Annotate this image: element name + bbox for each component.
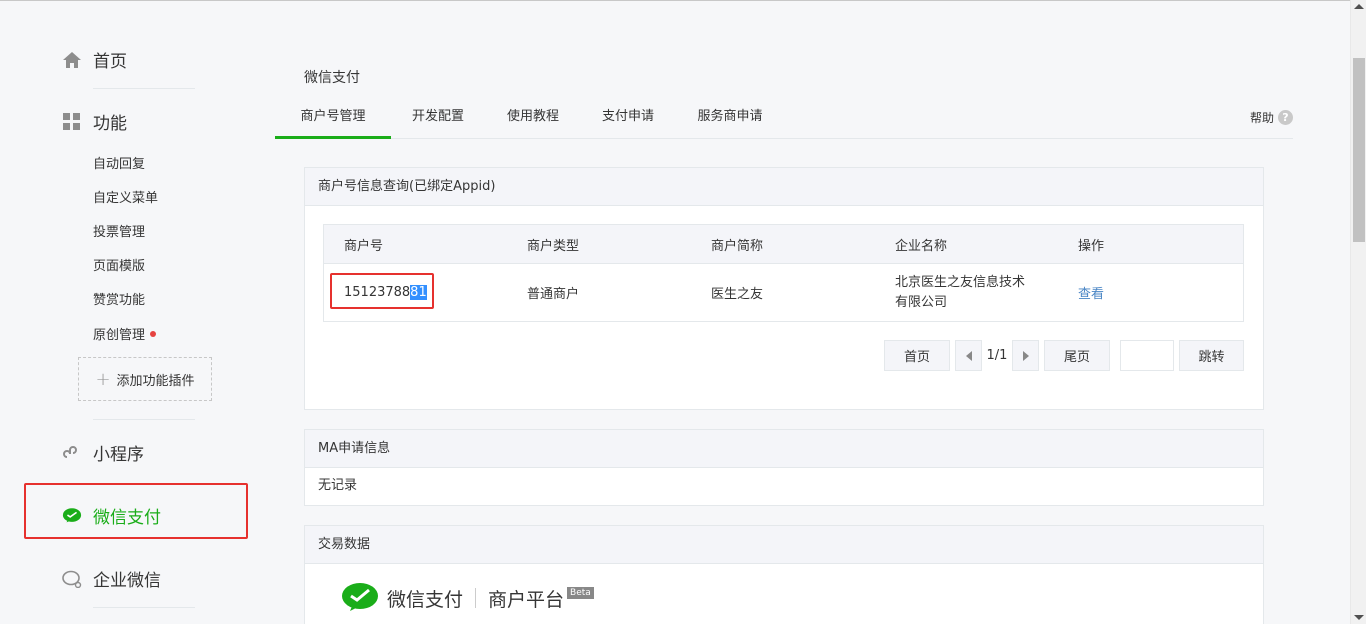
sidebar-item-label: 原创管理 <box>93 328 146 343</box>
wechat-pay-logo: 微信支付 商户平台 Beta <box>341 582 594 614</box>
page-jump-input[interactable] <box>1120 340 1174 371</box>
merchant-table: 商户号 商户类型 商户简称 企业名称 操作 15123788 81 普通商户 医生… <box>323 224 1244 322</box>
nav-work-wechat-label: 企业微信 <box>93 571 161 591</box>
divider <box>93 88 195 89</box>
add-plugin-label: 添加功能插件 <box>116 373 195 389</box>
scrollbar[interactable] <box>1350 0 1366 624</box>
add-plugin-button[interactable]: + 添加功能插件 <box>78 357 212 401</box>
table-header: 商户号 商户类型 商户简称 企业名称 操作 <box>324 225 1243 263</box>
sidebar: 首页 功能 自动回复 自定义菜单 投票管理 页面模版 赞赏功能 原创管理 + 添… <box>0 0 260 624</box>
view-link[interactable]: 查看 <box>1078 264 1104 321</box>
chevron-left-icon <box>965 350 972 361</box>
jump-button[interactable]: 跳转 <box>1179 340 1244 371</box>
company-name-cell: 北京医生之友信息技术有限公司 <box>895 264 1035 321</box>
notification-dot <box>150 330 157 337</box>
sidebar-item-page-template[interactable]: 页面模版 <box>93 255 145 274</box>
panel-title: 商户号信息查询(已绑定Appid) <box>305 168 1263 206</box>
chevron-right-icon <box>1022 350 1029 361</box>
nav-miniprogram-label: 小程序 <box>93 445 144 465</box>
next-page-button[interactable] <box>1012 340 1039 371</box>
merchant-type: 普通商户 <box>527 287 580 302</box>
column-header: 商户号 <box>344 238 384 254</box>
nav-home-label: 首页 <box>93 52 127 72</box>
scroll-up-arrow-icon[interactable] <box>1354 4 1364 9</box>
tab-pay-apply[interactable]: 支付申请 <box>592 100 664 139</box>
tab-tutorial[interactable]: 使用教程 <box>497 100 569 139</box>
logo-subtitle: 商户平台 <box>488 588 565 611</box>
sidebar-item-label: 自定义菜单 <box>93 191 159 206</box>
nav-features-label: 功能 <box>93 114 127 134</box>
sidebar-item-label: 投票管理 <box>93 225 146 240</box>
panel-title: MA申请信息 <box>305 430 1263 468</box>
scroll-down-arrow-icon[interactable] <box>1354 615 1364 620</box>
work-wechat-icon <box>62 569 82 589</box>
column-header: 操作 <box>1078 238 1105 254</box>
plus-icon: + <box>95 368 111 390</box>
company-name: 北京医生之友信息技术有限公司 <box>895 274 1026 310</box>
trade-panel: 交易数据 微信支付 商户平台 Beta <box>304 525 1264 624</box>
grid-icon <box>62 112 82 132</box>
column-header: 商户类型 <box>527 238 580 254</box>
column-header: 商户简称 <box>711 238 764 254</box>
merchant-panel: 商户号信息查询(已绑定Appid) 商户号 商户类型 商户简称 企业名称 操作 … <box>304 167 1264 410</box>
sidebar-item-reward[interactable]: 赞赏功能 <box>93 289 145 308</box>
sidebar-item-label: 页面模版 <box>93 259 146 274</box>
scrollbar-thumb[interactable] <box>1353 58 1365 242</box>
page-info: 1/1 <box>986 348 1008 363</box>
last-page-button[interactable]: 尾页 <box>1044 340 1110 371</box>
home-icon <box>62 50 82 70</box>
sidebar-item-vote[interactable]: 投票管理 <box>93 221 145 240</box>
merchant-short-name: 医生之友 <box>711 287 764 302</box>
sidebar-item-custom-menu[interactable]: 自定义菜单 <box>93 187 158 206</box>
beta-badge: Beta <box>567 587 594 599</box>
column-header: 企业名称 <box>895 238 948 254</box>
nav-home[interactable]: 首页 <box>62 47 127 72</box>
tab-merchant-management[interactable]: 商户号管理 <box>275 100 391 139</box>
nav-features[interactable]: 功能 <box>62 109 127 134</box>
help-link[interactable]: 帮助 ? <box>1250 109 1293 126</box>
tab-dev-config[interactable]: 开发配置 <box>402 100 474 139</box>
nav-miniprogram[interactable]: 小程序 <box>62 440 144 465</box>
divider <box>93 607 195 608</box>
table-row: 15123788 81 普通商户 医生之友 北京医生之友信息技术有限公司 查看 <box>324 263 1243 321</box>
ma-panel: MA申请信息 无记录 <box>304 429 1264 506</box>
highlight-box <box>330 273 434 309</box>
tab-provider-apply[interactable]: 服务商申请 <box>687 100 773 139</box>
panel-title: 交易数据 <box>305 526 1263 564</box>
miniprogram-icon <box>62 443 82 463</box>
divider <box>93 419 195 420</box>
sidebar-item-auto-reply[interactable]: 自动回复 <box>93 153 145 172</box>
prev-page-button[interactable] <box>955 340 982 371</box>
logo-divider <box>475 588 477 608</box>
first-page-button[interactable]: 首页 <box>884 340 950 371</box>
help-label: 帮助 <box>1249 111 1274 125</box>
nav-work-wechat[interactable]: 企业微信 <box>62 566 161 591</box>
page-title: 微信支付 <box>304 70 360 86</box>
tab-bar: 商户号管理 开发配置 使用教程 支付申请 服务商申请 帮助 ? <box>275 100 1293 139</box>
wechat-pay-logo-icon <box>342 583 378 611</box>
logo-title: 微信支付 <box>387 588 464 611</box>
highlight-box <box>24 483 248 539</box>
sidebar-item-label: 赞赏功能 <box>93 293 146 308</box>
sidebar-item-original[interactable]: 原创管理 <box>93 324 157 343</box>
sidebar-item-label: 自动回复 <box>93 157 146 172</box>
question-icon: ? <box>1278 110 1293 125</box>
no-record-text: 无记录 <box>318 478 358 493</box>
